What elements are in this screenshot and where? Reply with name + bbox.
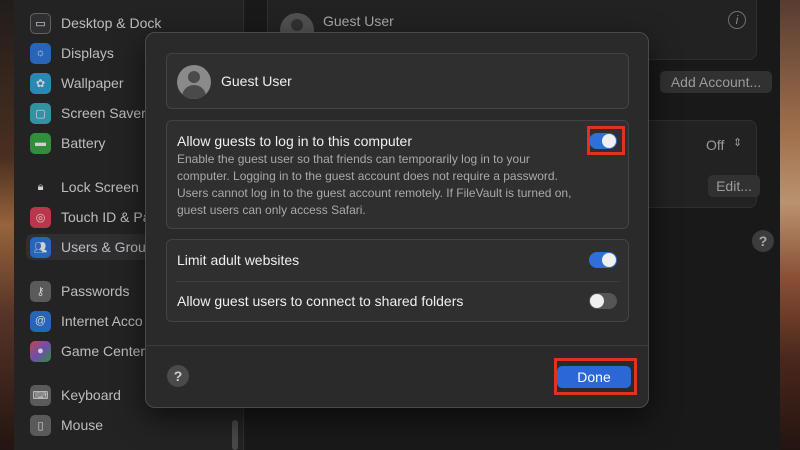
guest-user-sheet: Guest User Allow guests to log in to thi… [145,32,649,408]
limit-adult-title: Limit adult websites [177,252,300,268]
limit-adult-toggle[interactable] [589,252,617,268]
allow-login-title: Allow guests to log in to this computer [177,133,413,149]
guest-avatar-icon [177,65,211,99]
allow-login-box: Allow guests to log in to this computer … [166,120,629,229]
annotation-highlight-toggle [587,126,625,155]
user-header-box: Guest User [166,53,629,109]
shared-folders-title: Allow guest users to connect to shared f… [177,293,464,309]
sheet-help-button[interactable]: ? [167,365,189,387]
footer-divider [146,345,648,346]
annotation-highlight-done [554,358,637,395]
shared-folders-toggle[interactable] [589,293,617,309]
sheet-user-name: Guest User [221,73,292,89]
guest-options-box: Limit adult websites Allow guest users t… [166,239,629,322]
options-divider [175,281,620,282]
allow-login-description: Enable the guest user so that friends ca… [177,152,572,217]
